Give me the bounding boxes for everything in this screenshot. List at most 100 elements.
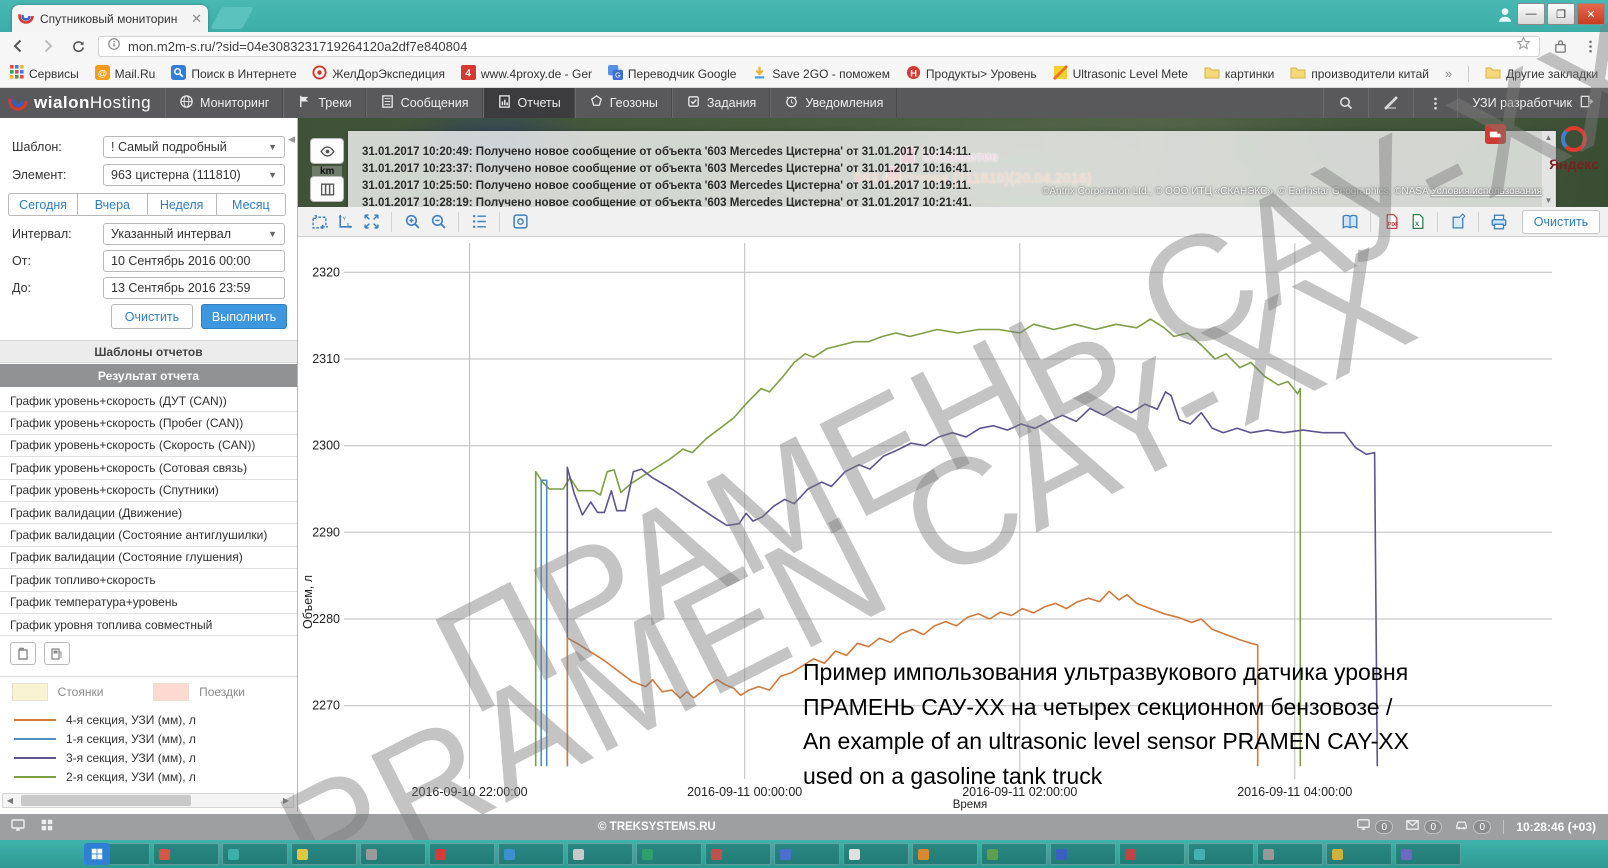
user-menu[interactable]: УЗИ разработчик — [1457, 88, 1608, 118]
report-list-item[interactable]: График уровень+скорость (Сотовая связь) — [0, 457, 297, 479]
bookmark-item[interactable]: Поиск в Интернете — [171, 65, 296, 83]
taskbar-window-button[interactable] — [1119, 843, 1185, 865]
nav-item-task[interactable]: Задания — [672, 88, 770, 118]
range-button[interactable]: Сегодня — [8, 193, 78, 216]
url-bar[interactable]: mon.m2m-s.ru/?sid=04e3083231719264120a2d… — [98, 36, 1540, 57]
range-button[interactable]: Месяц — [217, 193, 286, 216]
report-list-item[interactable]: График валидации (Состояние глушения) — [0, 547, 297, 569]
templates-header[interactable]: Шаблоны отчетов — [0, 340, 297, 363]
terms-link[interactable]: Условия использования — [1431, 186, 1542, 197]
taskbar-window-button[interactable] — [1188, 843, 1254, 865]
ruler-tool-icon[interactable] — [1368, 88, 1413, 118]
template-select[interactable]: ! Самый подробный ▼ — [103, 136, 285, 158]
fuel-truck-alert-icon[interactable] — [1485, 124, 1506, 144]
bookmark-item[interactable]: производители китай — [1290, 66, 1429, 82]
report-list-item[interactable]: График уровень+скорость (Спутники) — [0, 480, 297, 502]
taskbar-window-button[interactable] — [705, 843, 771, 865]
taskbar-window-button[interactable] — [222, 843, 288, 865]
interval-select[interactable]: Указанный интервал ▼ — [103, 223, 285, 245]
taskbar-window-button[interactable] — [774, 843, 840, 865]
nav-item-geo[interactable]: Геозоны — [575, 88, 672, 118]
from-input[interactable]: 10 Сентябрь 2016 00:00 — [103, 250, 285, 272]
taskbar-window-button[interactable] — [567, 843, 633, 865]
report-list-item[interactable]: График уровня топлива совместный — [0, 614, 297, 636]
bookmark-item[interactable]: 4www.4proxy.de - Ger — [461, 65, 592, 83]
to-input[interactable]: 13 Сентябрь 2016 23:59 — [103, 277, 285, 299]
taskbar-window-button[interactable] — [360, 843, 426, 865]
axes-scale-icon[interactable]: Yx — [332, 211, 358, 233]
back-icon[interactable] — [8, 36, 28, 56]
sidebar-collapse-icon[interactable]: ◀ — [288, 134, 295, 145]
bookmark-item[interactable]: ЖелДорЭкспедиция — [312, 65, 444, 83]
bookmark-item[interactable]: @Mail.Ru — [95, 65, 156, 83]
legend-list-icon[interactable] — [466, 211, 492, 233]
clear-button[interactable]: Очистить — [111, 304, 193, 329]
taskbar-window-button[interactable] — [1395, 843, 1461, 865]
bookmarks-overflow-icon[interactable]: » — [1445, 66, 1452, 81]
bookmark-item[interactable]: Save 2GO - поможем — [752, 65, 890, 83]
taskbar-window-button[interactable] — [843, 843, 909, 865]
report-list-item[interactable]: График валидации (Состояние антиглушилки… — [0, 524, 297, 546]
monitor-counter[interactable]: 0 — [1356, 817, 1393, 837]
window-close-button[interactable]: ✕ — [1577, 3, 1605, 25]
taskbar-window-button[interactable] — [291, 843, 357, 865]
reload-icon[interactable] — [68, 36, 88, 56]
result-header[interactable]: Результат отчета — [0, 364, 297, 387]
extensions-icon[interactable] — [1550, 36, 1570, 56]
start-button[interactable] — [84, 843, 110, 865]
bookmark-item[interactable]: Другие закладки — [1485, 66, 1598, 82]
crop-selection-icon[interactable] — [306, 211, 332, 233]
monitor-panel-icon[interactable] — [10, 817, 26, 838]
report-list-item[interactable]: График топливо+скорость — [0, 569, 297, 591]
taskbar-window-button[interactable] — [153, 843, 219, 865]
bookmark-star-icon[interactable] — [1516, 36, 1531, 56]
nav-item-clock[interactable]: Уведомления — [770, 88, 897, 118]
map-layers-button[interactable] — [310, 176, 344, 202]
logout-icon[interactable] — [1579, 94, 1594, 112]
trace-point-icon[interactable] — [507, 211, 533, 233]
bookmark-item[interactable]: картинки — [1204, 66, 1274, 82]
report-list-item[interactable]: График уровень+скорость (Пробег (CAN)) — [0, 412, 297, 434]
taskbar-window-button[interactable] — [498, 843, 564, 865]
range-button[interactable]: Неделя — [148, 193, 217, 216]
scroll-track[interactable] — [17, 795, 279, 806]
page-info-icon[interactable] — [107, 37, 121, 56]
taskbar-window-button[interactable] — [1257, 843, 1323, 865]
clear-report-button[interactable]: Очистить — [1522, 210, 1600, 234]
chart-area[interactable]: 2270228022902300231023202016-09-10 22:00… — [298, 237, 1608, 812]
tab-close-icon[interactable]: ✕ — [191, 12, 202, 25]
window-maximize-button[interactable]: ❐ — [1547, 3, 1575, 25]
taskbar-window-button[interactable] — [981, 843, 1047, 865]
unit-select[interactable]: 963 цистерна (111810) ▼ — [103, 164, 285, 186]
scroll-right-icon[interactable]: ▶ — [279, 796, 293, 805]
browser-menu-icon[interactable] — [1580, 36, 1600, 56]
taskbar-window-button[interactable] — [912, 843, 978, 865]
profile-icon[interactable] — [1496, 6, 1516, 26]
bookmark-item[interactable]: Сервисы — [10, 65, 79, 82]
mail-counter[interactable]: 0 — [1405, 817, 1442, 837]
scroll-thumb[interactable] — [21, 795, 191, 806]
forward-icon[interactable] — [38, 36, 58, 56]
export-pdf-icon[interactable]: PDF — [1378, 211, 1404, 233]
fuel-can-icon-button[interactable] — [10, 642, 36, 665]
nav-item-doc[interactable]: Сообщения — [366, 88, 483, 118]
car-counter[interactable]: 0 — [1454, 817, 1491, 837]
map-strip[interactable]: km Общежитие 963 цистерна (111810)(20.04… — [298, 118, 1608, 207]
execute-button[interactable]: Выполнить — [201, 304, 287, 329]
scroll-left-icon[interactable]: ◀ — [3, 796, 17, 805]
nav-item-report[interactable]: Отчеты — [483, 88, 575, 118]
new-tab-button[interactable] — [210, 7, 254, 29]
search-icon[interactable] — [1323, 88, 1368, 118]
taskbar-window-button[interactable] — [636, 843, 702, 865]
nav-item-flag[interactable]: Треки — [283, 88, 365, 118]
url-text[interactable]: mon.m2m-s.ru/?sid=04e3083231719264120a2d… — [128, 39, 1509, 54]
taskbar-window-button[interactable] — [1050, 843, 1116, 865]
export-excel-icon[interactable]: X — [1404, 211, 1430, 233]
bookmark-item[interactable]: HПродукты> Уровень — [906, 65, 1037, 83]
fit-screen-icon[interactable] — [358, 211, 384, 233]
nav-item-globe[interactable]: Мониторинг — [165, 88, 283, 118]
report-list-item[interactable]: График валидации (Движение) — [0, 502, 297, 524]
report-list-item[interactable]: График уровень+скорость (Скорость (CAN)) — [0, 435, 297, 457]
fuel-pump-icon-button[interactable] — [44, 642, 70, 665]
zoom-in-icon[interactable] — [399, 211, 425, 233]
